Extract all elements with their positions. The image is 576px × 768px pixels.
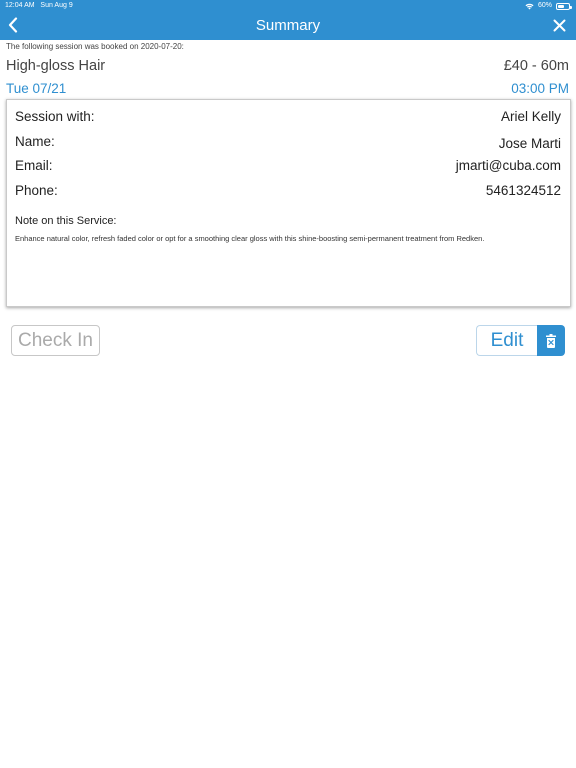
delete-button[interactable]: [537, 325, 565, 356]
note-text: Enhance natural color, refresh faded col…: [15, 234, 485, 243]
battery-fill: [558, 4, 564, 8]
header-bar: 12:04 AM Sun Aug 9 60% Summary: [0, 0, 576, 40]
session-with-label: Session with:: [15, 109, 95, 124]
battery-tip: [570, 5, 572, 9]
status-time: 12:04 AM: [5, 2, 35, 9]
service-name: High-gloss Hair: [6, 58, 106, 74]
close-icon: [553, 19, 565, 31]
name-label: Name:: [15, 134, 55, 149]
note-heading: Note on this Service:: [15, 215, 117, 227]
booked-note: The following session was booked on 2020…: [6, 42, 184, 51]
session-with-value: Ariel Kelly: [500, 109, 561, 124]
email-label: Email:: [15, 158, 53, 173]
status-indicators: 60%: [525, 0, 572, 12]
service-price-duration: £40 - 60m: [503, 58, 569, 74]
phone-label: Phone:: [15, 183, 58, 198]
edit-button[interactable]: Edit: [476, 325, 537, 356]
email-value: jmarti@cuba.com: [455, 158, 561, 173]
session-date: Tue 07/21: [6, 81, 67, 96]
close-button[interactable]: [550, 15, 568, 35]
details-card: Session with: Ariel Kelly Name: Jose Mar…: [6, 99, 571, 307]
page-title: Summary: [255, 17, 321, 34]
trash-icon: [546, 333, 556, 348]
battery-percent: 60%: [537, 2, 552, 9]
phone-value: 5461324512: [485, 183, 561, 198]
wifi-icon: [525, 3, 534, 9]
battery-icon: [556, 2, 572, 10]
status-date: Sun Aug 9: [40, 2, 73, 9]
name-value: Jose Marti: [498, 136, 561, 151]
status-time-date: 12:04 AM Sun Aug 9: [5, 0, 73, 12]
edit-delete-group: Edit: [476, 325, 565, 356]
check-in-button[interactable]: Check In: [11, 325, 100, 356]
session-time: 03:00 PM: [511, 81, 569, 96]
status-bar: 12:04 AM Sun Aug 9 60%: [0, 0, 576, 12]
